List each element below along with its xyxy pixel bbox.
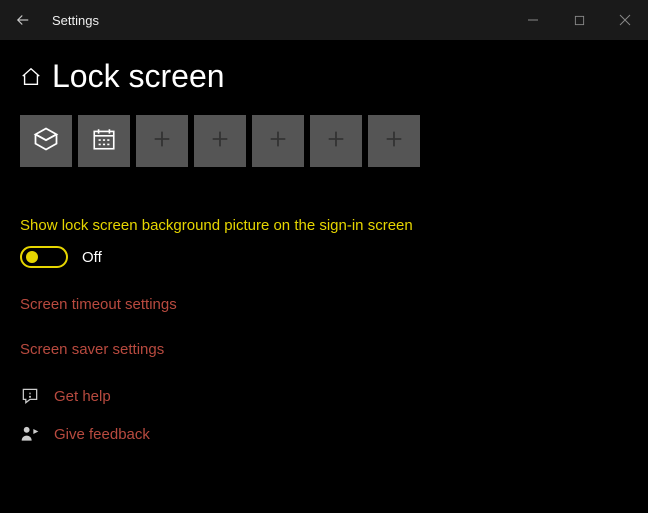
page-title: Lock screen [52, 58, 225, 95]
toggle-knob [26, 251, 38, 263]
quick-status-app-row [20, 115, 628, 167]
app-tile-calendar[interactable] [78, 115, 130, 167]
app-tile-add[interactable] [310, 115, 362, 167]
plus-icon [383, 128, 405, 155]
window-title: Settings [52, 13, 510, 28]
maximize-button[interactable] [556, 0, 602, 40]
app-tile-mail[interactable] [20, 115, 72, 167]
get-help-link[interactable]: Get help [20, 386, 628, 406]
plus-icon [209, 128, 231, 155]
close-button[interactable] [602, 0, 648, 40]
app-tile-add[interactable] [136, 115, 188, 167]
feedback-icon [20, 424, 40, 444]
plus-icon [325, 128, 347, 155]
minimize-button[interactable] [510, 0, 556, 40]
plus-icon [151, 128, 173, 155]
help-icon [20, 386, 40, 406]
screen-timeout-link[interactable]: Screen timeout settings [20, 296, 628, 313]
calendar-icon [91, 126, 117, 157]
toggle-state-label: Off [82, 249, 102, 266]
give-feedback-link[interactable]: Give feedback [20, 424, 628, 444]
mail-icon [32, 125, 60, 158]
home-icon [20, 66, 42, 88]
plus-icon [267, 128, 289, 155]
toggle-label: Show lock screen background picture on t… [20, 217, 628, 234]
give-feedback-label: Give feedback [54, 426, 150, 443]
app-tile-add[interactable] [368, 115, 420, 167]
back-button[interactable] [14, 11, 32, 29]
background-toggle[interactable] [20, 246, 68, 268]
get-help-label: Get help [54, 388, 111, 405]
screen-saver-link[interactable]: Screen saver settings [20, 341, 628, 358]
app-tile-add[interactable] [194, 115, 246, 167]
app-tile-add[interactable] [252, 115, 304, 167]
